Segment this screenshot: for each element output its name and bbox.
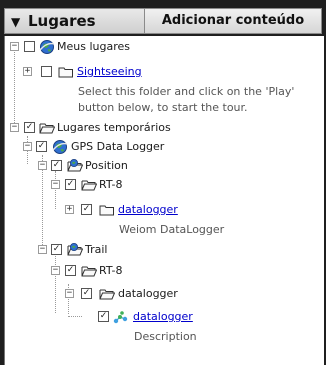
temp-places-checkbox[interactable]: ✓ bbox=[24, 122, 35, 133]
places-panel: ▼ Lugares Adicionar conteúdo − Meus luga… bbox=[0, 0, 326, 365]
collapse-toggle[interactable]: − bbox=[51, 180, 60, 189]
track-path-icon bbox=[113, 311, 128, 324]
gps-data-logger-label[interactable]: GPS Data Logger bbox=[71, 140, 164, 153]
places-header: ▼ Lugares Adicionar conteúdo bbox=[4, 8, 322, 34]
trail-datalogger-item-checkbox[interactable]: ✓ bbox=[98, 311, 109, 322]
temp-places-label[interactable]: Lugares temporários bbox=[57, 121, 171, 134]
open-folder-globe-icon bbox=[67, 159, 83, 172]
position-checkbox[interactable]: ✓ bbox=[51, 160, 62, 171]
panel-title: Lugares bbox=[28, 12, 96, 30]
sightseeing-link[interactable]: Sightseeing bbox=[77, 65, 142, 78]
folder-icon bbox=[58, 67, 73, 78]
open-folder-icon bbox=[39, 123, 55, 134]
places-collapse-tab[interactable]: ▼ Lugares bbox=[4, 8, 144, 34]
open-folder-icon bbox=[81, 266, 97, 277]
position-rt8-checkbox[interactable]: ✓ bbox=[65, 179, 76, 190]
open-folder-globe-icon bbox=[67, 243, 83, 256]
collapse-toggle[interactable]: − bbox=[10, 123, 19, 132]
trail-datalogger-folder-checkbox[interactable]: ✓ bbox=[81, 288, 92, 299]
places-tree: − Meus lugares + Sightseeing Select this… bbox=[4, 36, 324, 365]
tree-line bbox=[68, 316, 82, 317]
tree-line bbox=[55, 249, 56, 313]
open-folder-icon bbox=[99, 289, 115, 300]
trail-datalogger-folder-label[interactable]: datalogger bbox=[118, 287, 178, 300]
globe-icon bbox=[39, 40, 55, 54]
add-content-button[interactable]: Adicionar conteúdo bbox=[144, 8, 322, 34]
trail-rt8-checkbox[interactable]: ✓ bbox=[65, 265, 76, 276]
expand-toggle[interactable]: + bbox=[23, 67, 32, 76]
collapse-toggle[interactable]: − bbox=[65, 289, 74, 298]
trail-datalogger-description: Description bbox=[134, 330, 197, 343]
collapse-toggle[interactable]: − bbox=[23, 142, 32, 151]
trail-rt8-label[interactable]: RT-8 bbox=[99, 264, 123, 277]
sightseeing-checkbox[interactable] bbox=[41, 66, 52, 77]
folder-icon bbox=[99, 205, 114, 216]
expand-toggle[interactable]: + bbox=[65, 205, 74, 214]
position-rt8-label[interactable]: RT-8 bbox=[99, 178, 123, 191]
collapse-toggle[interactable]: − bbox=[51, 266, 60, 275]
collapse-triangle-icon: ▼ bbox=[11, 15, 21, 29]
position-datalogger-description: Weiom DataLogger bbox=[119, 223, 225, 236]
trail-label[interactable]: Trail bbox=[85, 243, 107, 256]
my-places-label[interactable]: Meus lugares bbox=[57, 40, 130, 53]
position-label[interactable]: Position bbox=[85, 159, 128, 172]
trail-checkbox[interactable]: ✓ bbox=[51, 244, 62, 255]
position-datalogger-link[interactable]: datalogger bbox=[118, 203, 178, 216]
sightseeing-description-line1: Select this folder and click on the 'Pla… bbox=[78, 85, 295, 98]
collapse-toggle[interactable]: − bbox=[10, 42, 19, 51]
collapse-toggle[interactable]: − bbox=[38, 245, 47, 254]
my-places-checkbox[interactable] bbox=[24, 41, 35, 52]
collapse-toggle[interactable]: − bbox=[38, 161, 47, 170]
tree-line bbox=[14, 50, 15, 129]
position-datalogger-checkbox[interactable]: ✓ bbox=[81, 204, 92, 215]
tree-line bbox=[55, 171, 56, 209]
globe-icon bbox=[52, 140, 68, 154]
gps-data-logger-checkbox[interactable]: ✓ bbox=[36, 141, 47, 152]
trail-datalogger-link[interactable]: datalogger bbox=[133, 310, 193, 323]
open-folder-icon bbox=[81, 180, 97, 191]
sightseeing-description-line2: button below, to start the tour. bbox=[78, 101, 248, 114]
